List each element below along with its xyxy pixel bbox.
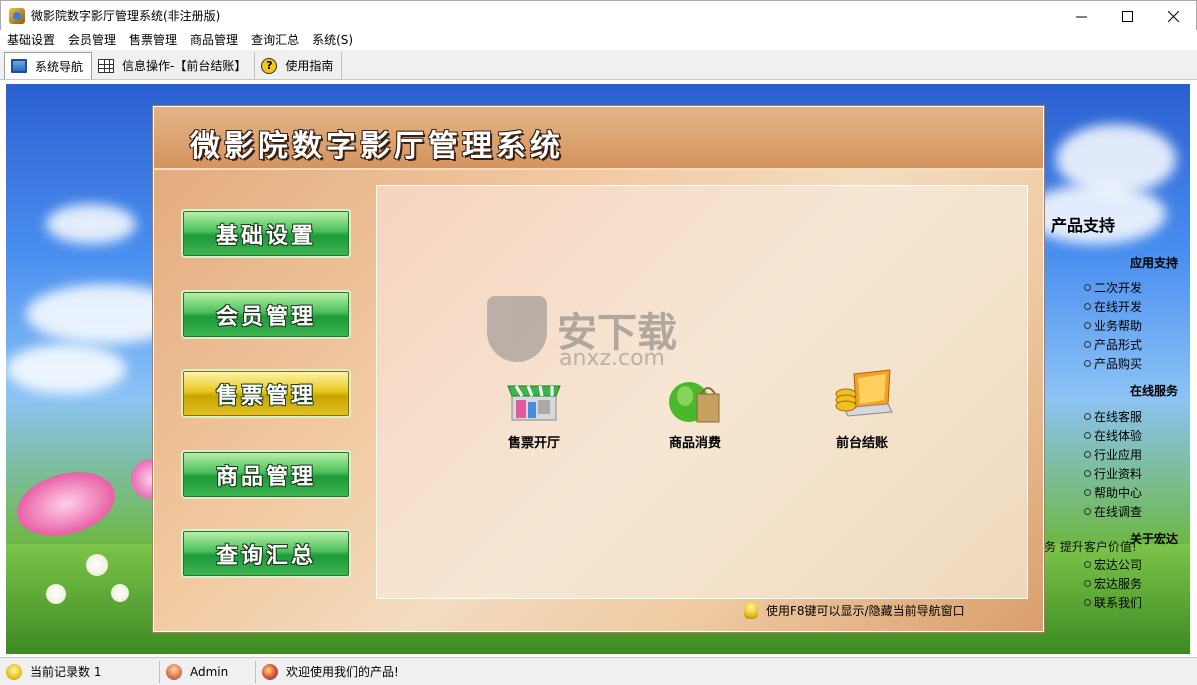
menu-member-management[interactable]: 会员管理 <box>64 30 125 50</box>
tab-info-operation[interactable]: 信息操作-【前台结账】 <box>92 52 256 79</box>
sidebar-link[interactable]: 宏达公司 <box>1084 556 1142 573</box>
func-goods-consume[interactable]: 商品消费 <box>645 364 745 451</box>
watermark: 安下载 anxz.com <box>487 296 677 371</box>
bullet-icon <box>1084 360 1091 367</box>
bullet-icon <box>1084 322 1091 329</box>
sidebar-heading-online-service: 在线服务 <box>1129 384 1178 398</box>
menu-query-summary[interactable]: 查询汇总 <box>247 30 308 50</box>
shield-icon <box>487 296 547 362</box>
user-icon <box>166 663 182 680</box>
sidebar-link[interactable]: 宏达服务 <box>1084 575 1142 592</box>
users-group-icon <box>262 663 278 680</box>
status-record-count: 当前记录数 1 <box>0 660 160 683</box>
close-button[interactable] <box>1150 1 1196 31</box>
tab-label: 系统导航 <box>35 59 84 74</box>
status-welcome: 欢迎使用我们的产品! <box>256 661 1197 683</box>
lightbulb-icon <box>744 601 758 619</box>
tab-label: 使用指南 <box>285 59 334 73</box>
maximize-icon <box>1121 10 1133 22</box>
bullet-icon <box>1084 303 1091 310</box>
hint-text: 使用F8键可以显示/隐藏当前导航窗口 <box>766 603 965 618</box>
sidebar-link[interactable]: 联系我们 <box>1084 594 1142 611</box>
help-icon: ? <box>261 57 278 74</box>
laptop-coins-icon <box>830 364 894 428</box>
status-bar: 当前记录数 1 Admin 欢迎使用我们的产品! <box>0 657 1197 685</box>
bullet-icon <box>1084 489 1091 496</box>
tab-label: 信息操作-【前台结账】 <box>122 59 247 73</box>
sidebar-link[interactable]: 在线调查 <box>1084 503 1142 520</box>
bullet-icon <box>1084 470 1091 477</box>
func-label: 前台结账 <box>835 436 888 451</box>
tab-user-guide[interactable]: ? 使用指南 <box>255 52 343 79</box>
menu-system[interactable]: 系统(S) <box>308 30 362 50</box>
grid-icon <box>98 58 115 73</box>
nav-goods-management-button[interactable]: 商品管理 <box>183 452 349 497</box>
status-user: Admin <box>160 660 256 683</box>
toolbar: 系统导航 信息操作-【前台结账】 ? 使用指南 <box>0 50 1197 80</box>
product-support-sidebar: 产品支持 应用支持 二次开发 在线开发 业务帮助 产品形式 产品购买 在线服务 … <box>1044 84 1190 654</box>
bullet-icon <box>1084 413 1091 420</box>
sidebar-heading-app-support: 应用支持 <box>1129 256 1178 270</box>
sidebar-link[interactable]: 二次开发 <box>1084 279 1142 296</box>
menu-goods-management[interactable]: 商品管理 <box>186 30 247 50</box>
sidebar-link[interactable]: 在线开发 <box>1084 298 1142 315</box>
bullet-icon <box>1084 508 1091 515</box>
window-title: 微影院数字影厅管理系统(非注册版) <box>31 9 221 23</box>
func-ticket-open[interactable]: 售票开厅 <box>484 364 584 451</box>
minimize-icon <box>1075 16 1087 17</box>
maximize-button[interactable] <box>1104 1 1150 31</box>
lightbulb-icon <box>6 663 22 680</box>
sidebar-link[interactable]: 在线体验 <box>1084 427 1142 444</box>
sidebar-title: 产品支持 <box>1051 216 1116 235</box>
panel-header: 微影院数字影厅管理系统 <box>154 107 1043 170</box>
nav-member-management-button[interactable]: 会员管理 <box>183 292 349 337</box>
bullet-icon <box>1084 341 1091 348</box>
menu-ticket-management[interactable]: 售票管理 <box>125 30 186 50</box>
monitor-icon <box>11 59 27 73</box>
ticket-booth-icon <box>502 364 566 428</box>
panel-title: 微影院数字影厅管理系统 <box>190 129 564 164</box>
func-front-checkout[interactable]: 前台结账 <box>812 364 912 451</box>
close-icon <box>1167 10 1179 22</box>
f8-hint: 使用F8键可以显示/隐藏当前导航窗口 <box>744 601 965 619</box>
func-label: 售票开厅 <box>507 436 560 451</box>
bullet-icon <box>1084 451 1091 458</box>
tab-system-navigation[interactable]: 系统导航 <box>4 52 93 79</box>
title-bar: 微影院数字影厅管理系统(非注册版) <box>0 0 1197 30</box>
bullet-icon <box>1084 599 1091 606</box>
minimize-button[interactable] <box>1058 1 1104 31</box>
sidebar-link[interactable]: 在线客服 <box>1084 408 1142 425</box>
nav-ticket-management-button[interactable]: 售票管理 <box>183 371 349 416</box>
app-icon <box>9 7 25 24</box>
sidebar-link[interactable]: 产品形式 <box>1084 336 1142 353</box>
sidebar-link[interactable]: 帮助中心 <box>1084 484 1142 501</box>
nav-basic-settings-button[interactable]: 基础设置 <box>183 211 349 256</box>
navigation-panel: 微影院数字影厅管理系统 基础设置 会员管理 售票管理 商品管理 查询汇总 安下载… <box>153 106 1044 632</box>
sidebar-link[interactable]: 行业应用 <box>1084 446 1142 463</box>
sidebar-link[interactable]: 产品购买 <box>1084 355 1142 372</box>
sidebar-link[interactable]: 业务帮助 <box>1084 317 1142 334</box>
bullet-icon <box>1084 432 1091 439</box>
sidebar-link[interactable]: 行业资料 <box>1084 465 1142 482</box>
func-label: 商品消费 <box>668 436 721 451</box>
sidebar-heading-about: 关于宏达 <box>1129 532 1178 546</box>
menu-bar: 基础设置 会员管理 售票管理 商品管理 查询汇总 系统(S) <box>0 30 1197 50</box>
bullet-icon <box>1084 561 1091 568</box>
shopping-bag-icon <box>663 364 727 428</box>
function-area: 安下载 anxz.com 售票开厅 商品消费 前台结账 <box>376 185 1028 599</box>
bullet-icon <box>1084 580 1091 587</box>
bullet-icon <box>1084 284 1091 291</box>
nav-query-summary-button[interactable]: 查询汇总 <box>183 531 349 576</box>
menu-basic-settings[interactable]: 基础设置 <box>3 30 64 50</box>
